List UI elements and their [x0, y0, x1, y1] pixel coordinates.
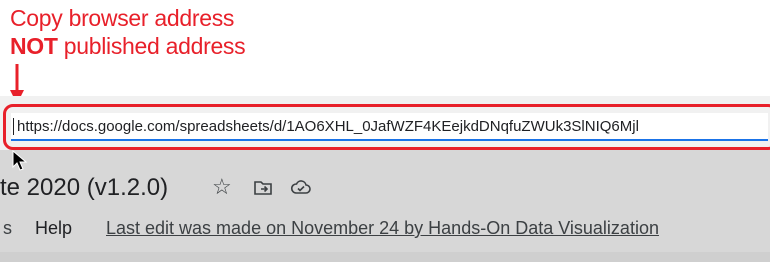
toolbar-strip — [0, 252, 770, 262]
move-to-folder-icon[interactable] — [252, 176, 274, 198]
annotation-not: NOT — [10, 33, 58, 59]
menu-item-help[interactable]: Help — [35, 218, 72, 239]
annotation-rest: published address — [57, 33, 246, 59]
mouse-cursor-icon — [12, 150, 28, 171]
annotation-line-2: NOT published address — [10, 32, 246, 60]
annotation-label: Copy browser address NOT published addre… — [10, 4, 246, 60]
cloud-status-icon[interactable] — [290, 176, 312, 198]
last-edit-link[interactable]: Last edit was made on November 24 by Han… — [106, 218, 659, 239]
sheet-header-area — [0, 150, 770, 262]
star-icon[interactable]: ☆ — [212, 176, 234, 198]
annotation-line-1: Copy browser address — [10, 5, 235, 31]
menu-item-partial[interactable]: s — [3, 218, 12, 239]
document-title[interactable]: te 2020 (v1.2.0) — [0, 174, 168, 202]
highlight-box — [3, 104, 770, 150]
